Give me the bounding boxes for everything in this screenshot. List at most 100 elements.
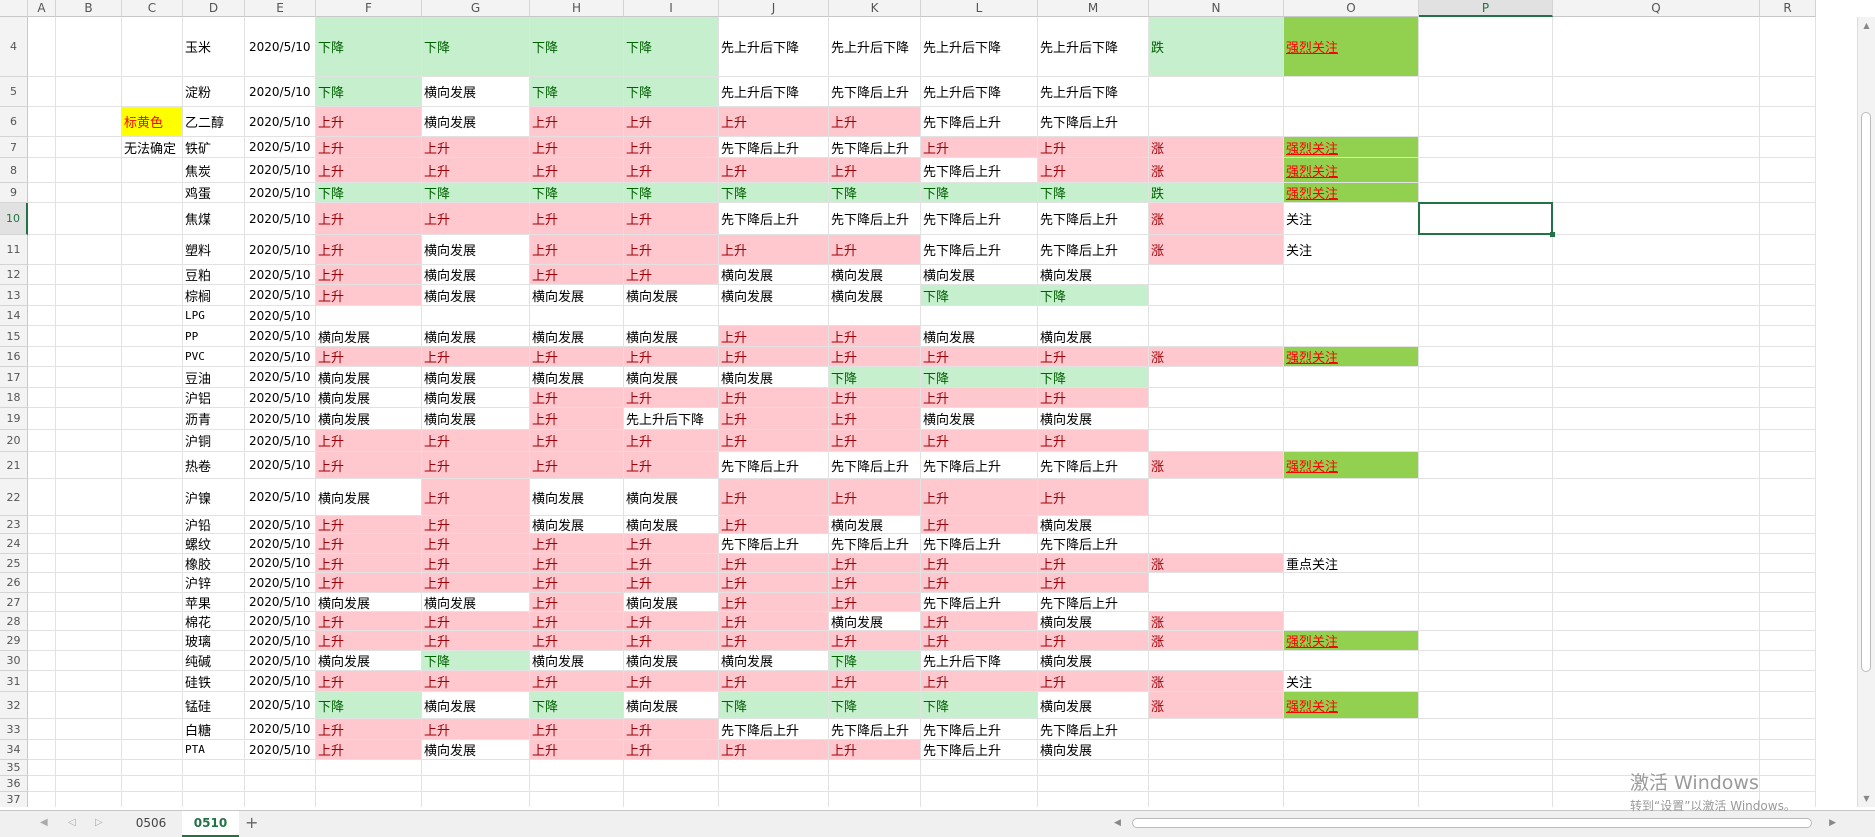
cell-d4[interactable]: 玉米 xyxy=(183,17,245,77)
cell-c34[interactable] xyxy=(122,740,183,760)
cell-m37[interactable] xyxy=(1038,792,1149,807)
row-header[interactable]: 25 xyxy=(0,554,28,573)
cell-b37[interactable] xyxy=(56,792,122,807)
cell-e25[interactable]: 2020/5/10 xyxy=(245,554,316,573)
cell-r22[interactable] xyxy=(1760,479,1816,516)
cell-a27[interactable] xyxy=(28,593,56,612)
cell-q33[interactable] xyxy=(1553,719,1760,740)
cell-i32[interactable]: 横向发展 xyxy=(624,692,719,719)
cell-r12[interactable] xyxy=(1760,265,1816,285)
cell-j4[interactable]: 先上升后下降 xyxy=(719,17,829,77)
cell-k19[interactable]: 上升 xyxy=(829,408,921,430)
cell-h35[interactable] xyxy=(530,760,624,776)
cell-b24[interactable] xyxy=(56,534,122,554)
cell-l16[interactable]: 上升 xyxy=(921,347,1038,367)
cell-m5[interactable]: 先上升后下降 xyxy=(1038,77,1149,107)
cell-j18[interactable]: 上升 xyxy=(719,388,829,408)
cell-d8[interactable]: 焦炭 xyxy=(183,158,245,183)
cell-a35[interactable] xyxy=(28,760,56,776)
cell-p17[interactable] xyxy=(1419,367,1553,388)
cell-h17[interactable]: 横向发展 xyxy=(530,367,624,388)
cell-f6[interactable]: 上升 xyxy=(316,107,422,137)
cell-n10[interactable]: 涨 xyxy=(1149,203,1284,235)
cell-p24[interactable] xyxy=(1419,534,1553,554)
cell-r15[interactable] xyxy=(1760,326,1816,347)
row-header[interactable]: 19 xyxy=(0,408,28,430)
cell-a7[interactable] xyxy=(28,137,56,158)
cell-o30[interactable] xyxy=(1284,651,1419,671)
cell-n25[interactable]: 涨 xyxy=(1149,554,1284,573)
cell-a25[interactable] xyxy=(28,554,56,573)
cell-a14[interactable] xyxy=(28,306,56,326)
cell-m24[interactable]: 先下降后上升 xyxy=(1038,534,1149,554)
cell-a30[interactable] xyxy=(28,651,56,671)
cell-m35[interactable] xyxy=(1038,760,1149,776)
cell-i34[interactable]: 上升 xyxy=(624,740,719,760)
cell-c30[interactable] xyxy=(122,651,183,671)
cell-j25[interactable]: 上升 xyxy=(719,554,829,573)
cell-c11[interactable] xyxy=(122,235,183,265)
cell-q24[interactable] xyxy=(1553,534,1760,554)
cell-g9[interactable]: 下降 xyxy=(422,183,530,203)
cell-i23[interactable]: 横向发展 xyxy=(624,516,719,534)
cell-d29[interactable]: 玻璃 xyxy=(183,631,245,651)
cell-c21[interactable] xyxy=(122,452,183,479)
row-header[interactable]: 12 xyxy=(0,265,28,285)
cell-m12[interactable]: 横向发展 xyxy=(1038,265,1149,285)
row-header[interactable]: 18 xyxy=(0,388,28,408)
cell-r19[interactable] xyxy=(1760,408,1816,430)
cell-e9[interactable]: 2020/5/10 xyxy=(245,183,316,203)
cell-j7[interactable]: 先下降后上升 xyxy=(719,137,829,158)
cell-g22[interactable]: 上升 xyxy=(422,479,530,516)
row-header[interactable]: 11 xyxy=(0,235,28,265)
cell-n31[interactable]: 涨 xyxy=(1149,671,1284,692)
cell-r11[interactable] xyxy=(1760,235,1816,265)
cell-o4[interactable]: 强烈关注 xyxy=(1284,17,1419,77)
cell-o14[interactable] xyxy=(1284,306,1419,326)
cell-p35[interactable] xyxy=(1419,760,1553,776)
cell-d6[interactable]: 乙二醇 xyxy=(183,107,245,137)
cell-k16[interactable]: 上升 xyxy=(829,347,921,367)
cell-j12[interactable]: 横向发展 xyxy=(719,265,829,285)
cell-c4[interactable] xyxy=(122,17,183,77)
cell-c32[interactable] xyxy=(122,692,183,719)
cell-k26[interactable]: 上升 xyxy=(829,573,921,593)
cell-l28[interactable]: 上升 xyxy=(921,612,1038,631)
cell-q32[interactable] xyxy=(1553,692,1760,719)
prev-sheet-icon[interactable]: ◁ xyxy=(68,817,76,828)
cell-n8[interactable]: 涨 xyxy=(1149,158,1284,183)
cell-o29[interactable]: 强烈关注 xyxy=(1284,631,1419,651)
cell-l30[interactable]: 先上升后下降 xyxy=(921,651,1038,671)
cell-l24[interactable]: 先下降后上升 xyxy=(921,534,1038,554)
cell-i37[interactable] xyxy=(624,792,719,807)
cell-j29[interactable]: 上升 xyxy=(719,631,829,651)
cell-g13[interactable]: 横向发展 xyxy=(422,285,530,306)
cell-p6[interactable] xyxy=(1419,107,1553,137)
cell-e13[interactable]: 2020/5/10 xyxy=(245,285,316,306)
cell-h28[interactable]: 上升 xyxy=(530,612,624,631)
cell-q20[interactable] xyxy=(1553,430,1760,452)
cell-p21[interactable] xyxy=(1419,452,1553,479)
cell-b19[interactable] xyxy=(56,408,122,430)
cell-d16[interactable]: PVC xyxy=(183,347,245,367)
cell-k23[interactable]: 横向发展 xyxy=(829,516,921,534)
cell-p12[interactable] xyxy=(1419,265,1553,285)
cell-l31[interactable]: 上升 xyxy=(921,671,1038,692)
cell-c8[interactable] xyxy=(122,158,183,183)
cell-h8[interactable]: 上升 xyxy=(530,158,624,183)
cell-q26[interactable] xyxy=(1553,573,1760,593)
column-header-c[interactable]: C xyxy=(122,0,183,17)
cell-m17[interactable]: 下降 xyxy=(1038,367,1149,388)
cell-h9[interactable]: 下降 xyxy=(530,183,624,203)
cell-f9[interactable]: 下降 xyxy=(316,183,422,203)
cell-r29[interactable] xyxy=(1760,631,1816,651)
cell-c13[interactable] xyxy=(122,285,183,306)
cell-a31[interactable] xyxy=(28,671,56,692)
cell-f30[interactable]: 横向发展 xyxy=(316,651,422,671)
cell-i11[interactable]: 上升 xyxy=(624,235,719,265)
tab-0506[interactable]: 0506 xyxy=(120,811,182,835)
cell-o15[interactable] xyxy=(1284,326,1419,347)
cell-o23[interactable] xyxy=(1284,516,1419,534)
cell-e14[interactable]: 2020/5/10 xyxy=(245,306,316,326)
cell-c19[interactable] xyxy=(122,408,183,430)
